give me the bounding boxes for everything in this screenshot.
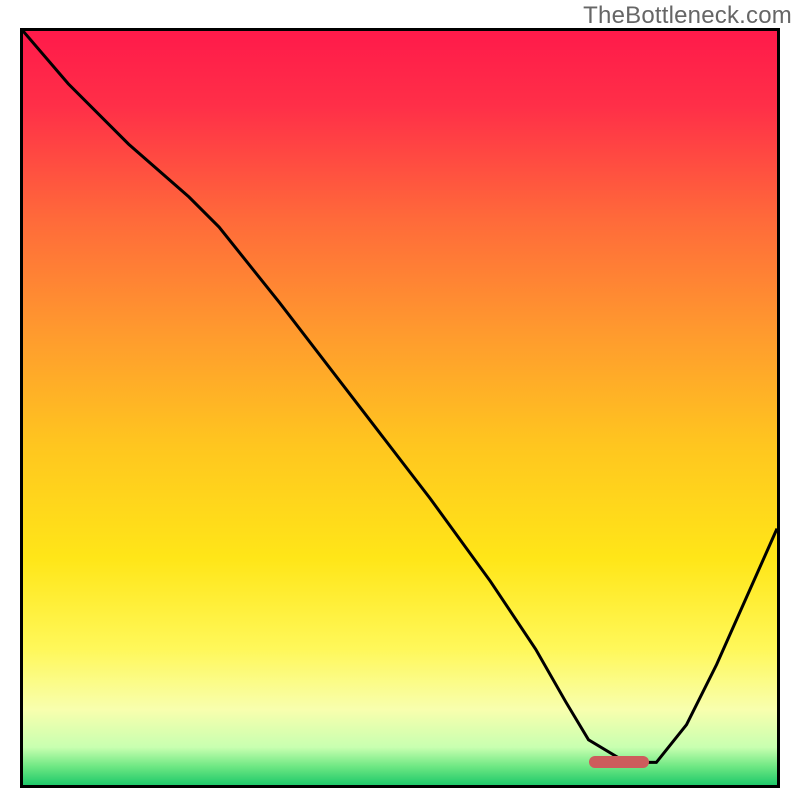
plot-area xyxy=(20,28,780,788)
watermark-text: TheBottleneck.com xyxy=(583,2,792,30)
curve-layer xyxy=(23,31,777,785)
bottleneck-curve xyxy=(23,31,777,762)
optimal-range-marker xyxy=(589,756,649,768)
chart-container: TheBottleneck.com xyxy=(0,0,800,800)
